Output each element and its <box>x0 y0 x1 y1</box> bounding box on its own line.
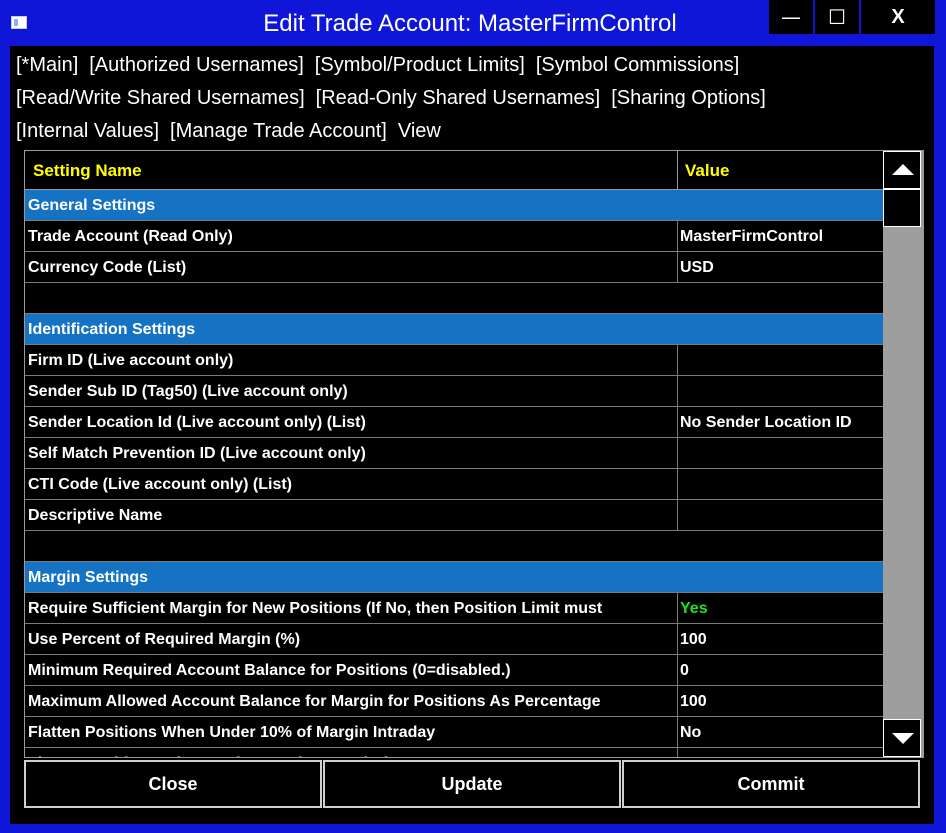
setting-row[interactable]: Sender Sub ID (Tag50) (Live account only… <box>25 376 883 407</box>
setting-value[interactable]: No <box>680 755 701 757</box>
setting-row[interactable]: Flatten Positions When Under 10% of Marg… <box>25 717 883 748</box>
setting-row[interactable]: Trade Account (Read Only) MasterFirmContr… <box>25 221 883 252</box>
blank-row <box>25 283 883 314</box>
setting-value[interactable]: 0 <box>680 662 689 680</box>
setting-name: CTI Code (Live account only) (List) <box>28 476 293 493</box>
setting-row[interactable]: Firm ID (Live account only) <box>25 345 883 376</box>
menu-item[interactable]: [Sharing Options] <box>611 87 766 109</box>
setting-value[interactable]: USD <box>680 259 714 277</box>
header-value: Value <box>685 161 730 180</box>
header-setting-name: Setting Name <box>33 161 142 180</box>
section-header-row: Identification Settings <box>25 314 883 345</box>
menu-row-2: [Read/Write Shared Usernames] [Read-Only … <box>16 87 777 110</box>
setting-value[interactable]: 100 <box>680 631 707 649</box>
arrow-up-icon <box>892 164 914 175</box>
setting-name: Currency Code (List) <box>28 259 187 276</box>
setting-row[interactable]: Minimum Required Account Balance for Pos… <box>25 655 883 686</box>
commit-button[interactable]: Commit <box>622 760 920 808</box>
menu-item[interactable]: [*Main] <box>16 54 78 76</box>
setting-row[interactable]: Descriptive Name <box>25 500 883 531</box>
setting-row[interactable]: Sender Location Id (Live account only) (… <box>25 407 883 438</box>
setting-name: Descriptive Name <box>28 507 163 524</box>
setting-value[interactable]: Yes <box>680 600 708 618</box>
dialog-content: [*Main] [Authorized Usernames] [Symbol/Pro… <box>10 46 934 824</box>
title-bar[interactable]: Edit Trade Account: MasterFirmControl — … <box>0 0 946 46</box>
menu-item[interactable]: [Symbol Commissions] <box>536 54 739 76</box>
minimize-button[interactable]: — <box>769 0 813 34</box>
grid-header: Setting Name Value <box>25 151 883 190</box>
setting-name: Sender Sub ID (Tag50) (Live account only… <box>28 383 348 400</box>
menu-row-3: [Internal Values] [Manage Trade Account] V… <box>16 120 452 143</box>
section-title: General Settings <box>28 197 156 214</box>
vertical-scrollbar[interactable] <box>883 151 923 757</box>
setting-name: Maximum Allowed Account Balance for Marg… <box>28 693 601 710</box>
window-title: Edit Trade Account: MasterFirmControl <box>263 10 677 37</box>
setting-name: Trade Account (Read Only) <box>28 228 233 245</box>
section-header-row: General Settings <box>25 190 883 221</box>
setting-row[interactable]: Require Sufficient Margin for New Positi… <box>25 593 883 624</box>
scroll-thumb[interactable] <box>883 189 921 227</box>
menu-item[interactable]: [Authorized Usernames] <box>89 54 304 76</box>
setting-row[interactable]: Maximum Allowed Account Balance for Marg… <box>25 686 883 717</box>
blank-row <box>25 531 883 562</box>
menu-item[interactable]: [Read-Only Shared Usernames] <box>316 87 601 109</box>
menu-item[interactable]: [Symbol/Product Limits] <box>315 54 525 76</box>
update-button[interactable]: Update <box>323 760 621 808</box>
setting-name: Use Percent of Required Margin (%) <box>28 631 301 648</box>
setting-name: Self Match Prevention ID (Live account o… <box>28 445 366 462</box>
scroll-down-button[interactable] <box>883 719 921 757</box>
setting-name: Sender Location Id (Live account only) (… <box>28 414 366 431</box>
edit-trade-account-window: Edit Trade Account: MasterFirmControl — … <box>0 0 946 833</box>
section-title: Identification Settings <box>28 321 196 338</box>
setting-row[interactable]: Self Match Prevention ID (Live account o… <box>25 438 883 469</box>
grid-rows: General Settings Trade Account (Read Only… <box>25 190 883 757</box>
setting-row[interactable]: Flatten Positions When Under Margin At E… <box>25 748 883 757</box>
setting-row[interactable]: CTI Code (Live account only) (List) <box>25 469 883 500</box>
setting-row[interactable]: Currency Code (List) USD <box>25 252 883 283</box>
setting-name: Flatten Positions When Under 10% of Marg… <box>28 724 436 741</box>
close-button[interactable]: Close <box>24 760 322 808</box>
menu-item[interactable]: [Internal Values] <box>16 120 159 142</box>
setting-name: Firm ID (Live account only) <box>28 352 234 369</box>
setting-value[interactable]: MasterFirmControl <box>680 228 823 246</box>
arrow-down-icon <box>892 733 914 744</box>
setting-value[interactable]: No <box>680 724 701 742</box>
settings-grid: Setting Name Value General Settings Trade… <box>24 150 924 758</box>
maximize-button[interactable]: ☐ <box>815 0 859 34</box>
setting-name: Minimum Required Account Balance for Pos… <box>28 662 511 679</box>
menu-item[interactable]: View <box>398 120 441 142</box>
scroll-up-button[interactable] <box>883 151 921 189</box>
section-header-row: Margin Settings <box>25 562 883 593</box>
setting-value[interactable]: 100 <box>680 693 707 711</box>
setting-row[interactable]: Use Percent of Required Margin (%) 100 <box>25 624 883 655</box>
menu-row-1: [*Main] [Authorized Usernames] [Symbol/Pro… <box>16 54 750 77</box>
menu-item[interactable]: [Read/Write Shared Usernames] <box>16 87 305 109</box>
menu-item[interactable]: [Manage Trade Account] <box>170 120 387 142</box>
section-title: Margin Settings <box>28 569 149 586</box>
setting-value[interactable]: No Sender Location ID <box>680 414 852 432</box>
setting-name: Flatten Positions When Under Margin At E… <box>28 755 676 757</box>
app-icon <box>11 16 27 29</box>
setting-name: Require Sufficient Margin for New Positi… <box>28 600 603 617</box>
close-window-button[interactable]: X <box>861 0 935 34</box>
